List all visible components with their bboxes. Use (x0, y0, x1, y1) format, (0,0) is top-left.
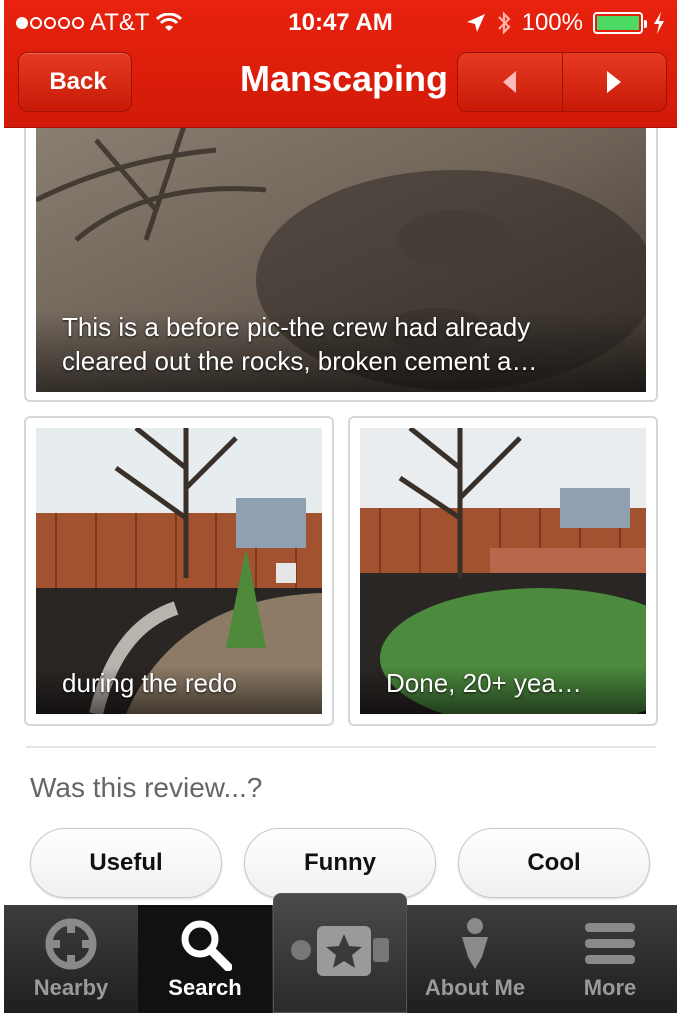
funny-button[interactable]: Funny (244, 828, 436, 898)
battery-icon (593, 12, 647, 34)
main-photo-card[interactable]: This is a before pic-the crew had alread… (24, 110, 658, 402)
status-bar: AT&T 10:47 AM 100% (4, 0, 677, 46)
tab-search[interactable]: Search (138, 905, 272, 1013)
tab-check-in-camera[interactable] (273, 893, 407, 1013)
crosshair-icon (45, 918, 97, 970)
next-button[interactable] (561, 53, 667, 111)
tab-about-me[interactable]: About Me (408, 905, 542, 1013)
during-photo: during the redo (36, 428, 322, 714)
person-icon (462, 918, 488, 969)
main-photo-caption: This is a before pic-the crew had alread… (36, 310, 646, 392)
bluetooth-icon (497, 11, 511, 35)
done-photo-card[interactable]: Done, 20+ yea… (348, 416, 658, 726)
tab-more[interactable]: More (543, 905, 677, 1013)
tab-bar: Nearby Search About Me More (4, 893, 677, 1013)
section-divider (26, 746, 656, 748)
camera-star-icon (291, 926, 389, 976)
done-photo: Done, 20+ yea… (360, 428, 646, 714)
prev-next-control (457, 52, 667, 112)
previous-button[interactable] (458, 53, 562, 111)
battery-percent: 100% (521, 9, 583, 36)
funny-button-label: Funny (304, 849, 376, 876)
useful-button[interactable]: Useful (30, 828, 222, 898)
tab-nearby[interactable]: Nearby (4, 905, 138, 1013)
useful-button-label: Useful (89, 849, 163, 876)
before-photo: This is a before pic-the crew had alread… (36, 120, 646, 392)
menu-icon (585, 923, 635, 964)
charging-bolt-icon (654, 12, 664, 34)
search-icon (181, 920, 232, 971)
done-photo-caption: Done, 20+ yea… (360, 666, 646, 714)
top-bar: AT&T 10:47 AM 100% Back Manscaping (4, 0, 677, 128)
during-photo-card[interactable]: during the redo (24, 416, 334, 726)
location-arrow-icon (466, 14, 485, 32)
during-photo-caption: during the redo (36, 666, 322, 714)
back-button-label: Back (49, 68, 107, 95)
cool-button-label: Cool (527, 849, 581, 876)
review-question: Was this review...? (30, 772, 263, 803)
status-right: 100% (466, 9, 665, 37)
chevron-left-icon (502, 71, 516, 93)
back-button[interactable]: Back (18, 52, 132, 112)
chevron-right-icon (607, 71, 622, 93)
cool-button[interactable]: Cool (458, 828, 650, 898)
